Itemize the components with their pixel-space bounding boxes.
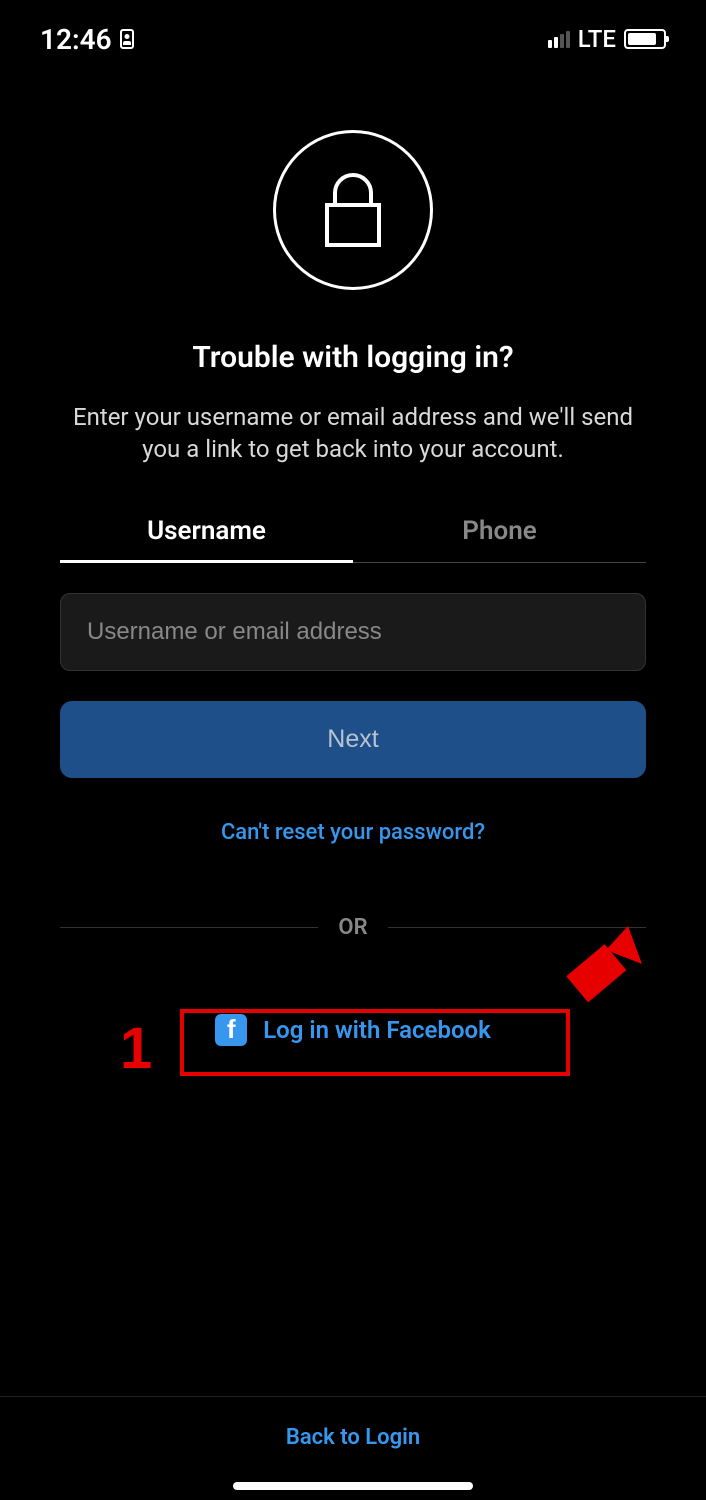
home-indicator[interactable] bbox=[233, 1482, 473, 1490]
lock-icon bbox=[273, 130, 433, 290]
back-to-login-link[interactable]: Back to Login bbox=[286, 1425, 420, 1450]
status-time: 12:46 bbox=[40, 23, 112, 56]
next-button[interactable]: Next bbox=[60, 701, 646, 778]
facebook-login-button[interactable]: f Log in with Facebook bbox=[185, 1000, 521, 1060]
status-bar: 12:46 LTE bbox=[0, 0, 706, 60]
cant-reset-link[interactable]: Can't reset your password? bbox=[60, 820, 646, 845]
or-divider: OR bbox=[60, 915, 646, 940]
status-left: 12:46 bbox=[40, 23, 134, 56]
battery-icon bbox=[624, 29, 666, 49]
tabs: Username Phone bbox=[60, 502, 646, 563]
page-title: Trouble with logging in? bbox=[60, 340, 646, 375]
or-text: OR bbox=[338, 915, 367, 940]
contact-card-icon bbox=[120, 29, 134, 49]
facebook-icon: f bbox=[215, 1014, 247, 1046]
tab-username[interactable]: Username bbox=[60, 502, 353, 563]
tab-phone[interactable]: Phone bbox=[353, 502, 646, 562]
network-label: LTE bbox=[578, 25, 616, 53]
username-input[interactable] bbox=[60, 593, 646, 671]
page-subtitle: Enter your username or email address and… bbox=[60, 401, 646, 466]
facebook-login-label: Log in with Facebook bbox=[263, 1016, 491, 1044]
status-right: LTE bbox=[548, 25, 666, 53]
signal-icon bbox=[548, 31, 570, 48]
